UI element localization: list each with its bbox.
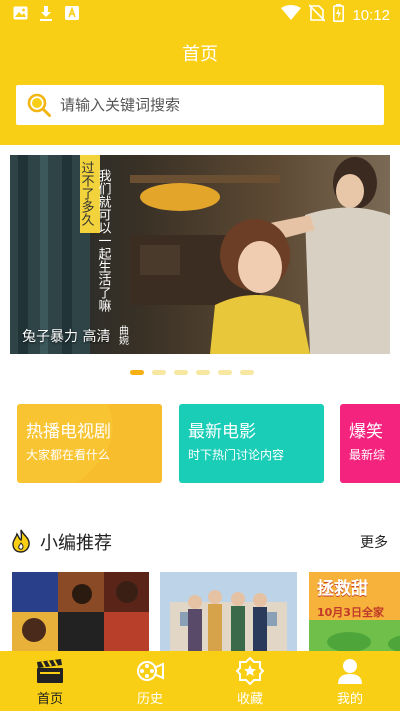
nav-item-home[interactable]: 首页 bbox=[0, 651, 100, 711]
carousel-dot[interactable] bbox=[152, 370, 166, 375]
carousel-dots bbox=[130, 370, 254, 375]
nav-item-profile[interactable]: 我的 bbox=[300, 651, 400, 711]
card-subtitle: 大家都在看什么 bbox=[26, 448, 111, 462]
search-input[interactable] bbox=[60, 96, 360, 114]
poster-subtitle: 10月3日全家 bbox=[317, 606, 384, 619]
section-title: 小编推荐 bbox=[40, 533, 112, 554]
carousel-dot[interactable] bbox=[196, 370, 210, 375]
search-box[interactable] bbox=[16, 85, 384, 125]
category-card-variety[interactable]: 爆笑 最新综 bbox=[340, 404, 400, 483]
svg-text:我们就可以一起生活了嘛: 我们就可以一起生活了嘛 bbox=[96, 169, 112, 312]
download-icon bbox=[38, 5, 54, 21]
card-subtitle: 时下热门讨论内容 bbox=[188, 448, 285, 462]
poster-title: 拯救甜 bbox=[317, 579, 368, 599]
page-title: 首页 bbox=[182, 44, 218, 65]
header: 首页 bbox=[0, 28, 400, 145]
status-left-icons bbox=[12, 5, 80, 21]
svg-text:曲婉: 曲婉 bbox=[117, 325, 129, 346]
carousel-dot[interactable] bbox=[130, 370, 144, 375]
text-a-icon bbox=[64, 5, 80, 21]
carousel-dot[interactable] bbox=[240, 370, 254, 375]
card-title: 热播电视剧 bbox=[26, 422, 111, 442]
flame-icon bbox=[10, 529, 32, 553]
search-icon[interactable] bbox=[26, 92, 52, 118]
wifi-icon bbox=[281, 5, 302, 25]
star-badge-icon bbox=[236, 657, 264, 685]
card-subtitle: 最新综 bbox=[349, 448, 386, 462]
nav-item-history[interactable]: 历史 bbox=[100, 651, 200, 711]
nav-label: 我的 bbox=[336, 692, 363, 707]
card-title: 最新电影 bbox=[188, 422, 256, 442]
category-cards: 热播电视剧 大家都在看什么 最新电影 时下热门讨论内容 爆笑 最新综 bbox=[17, 404, 400, 484]
status-time: 10:12 bbox=[352, 6, 390, 24]
recommend-header: 小编推荐 更多 bbox=[10, 527, 390, 555]
poster-card[interactable] bbox=[12, 572, 149, 652]
carousel-dot[interactable] bbox=[218, 370, 232, 375]
poster-image bbox=[160, 572, 297, 652]
nav-label: 收藏 bbox=[236, 692, 263, 707]
more-link[interactable]: 更多 bbox=[360, 532, 388, 552]
banner-image: 我们就可以一起生活了嘛 过不了多久 曲婉 bbox=[10, 155, 390, 354]
banner-caption: 兔子暴力 高清 bbox=[22, 329, 111, 345]
image-icon bbox=[12, 5, 28, 21]
banner-carousel[interactable]: 我们就可以一起生活了嘛 过不了多久 曲婉 兔子暴力 高清 bbox=[10, 155, 390, 354]
svg-text:过不了多久: 过不了多久 bbox=[79, 161, 95, 226]
clapperboard-icon bbox=[36, 657, 64, 685]
nav-label: 首页 bbox=[36, 692, 63, 707]
status-bar: 10:12 bbox=[0, 0, 400, 28]
nav-item-favorites[interactable]: 收藏 bbox=[200, 651, 300, 711]
status-right-icons: 10:12 bbox=[281, 4, 390, 26]
bottom-nav: 首页 历史 收藏 我的 bbox=[0, 651, 400, 711]
film-reel-icon bbox=[136, 657, 164, 685]
category-card-movie[interactable]: 最新电影 时下热门讨论内容 bbox=[179, 404, 324, 483]
poster-card[interactable] bbox=[160, 572, 297, 652]
poster-row: 拯救甜 10月3日全家 bbox=[12, 572, 400, 652]
poster-image bbox=[12, 572, 149, 652]
poster-card[interactable]: 拯救甜 10月3日全家 bbox=[309, 572, 400, 652]
nav-label: 历史 bbox=[136, 692, 163, 707]
carousel-dot[interactable] bbox=[174, 370, 188, 375]
user-icon bbox=[336, 657, 364, 685]
card-title: 爆笑 bbox=[349, 422, 383, 442]
category-card-tv[interactable]: 热播电视剧 大家都在看什么 bbox=[17, 404, 162, 483]
battery-charging-icon bbox=[333, 4, 345, 26]
no-sim-icon bbox=[308, 4, 327, 26]
